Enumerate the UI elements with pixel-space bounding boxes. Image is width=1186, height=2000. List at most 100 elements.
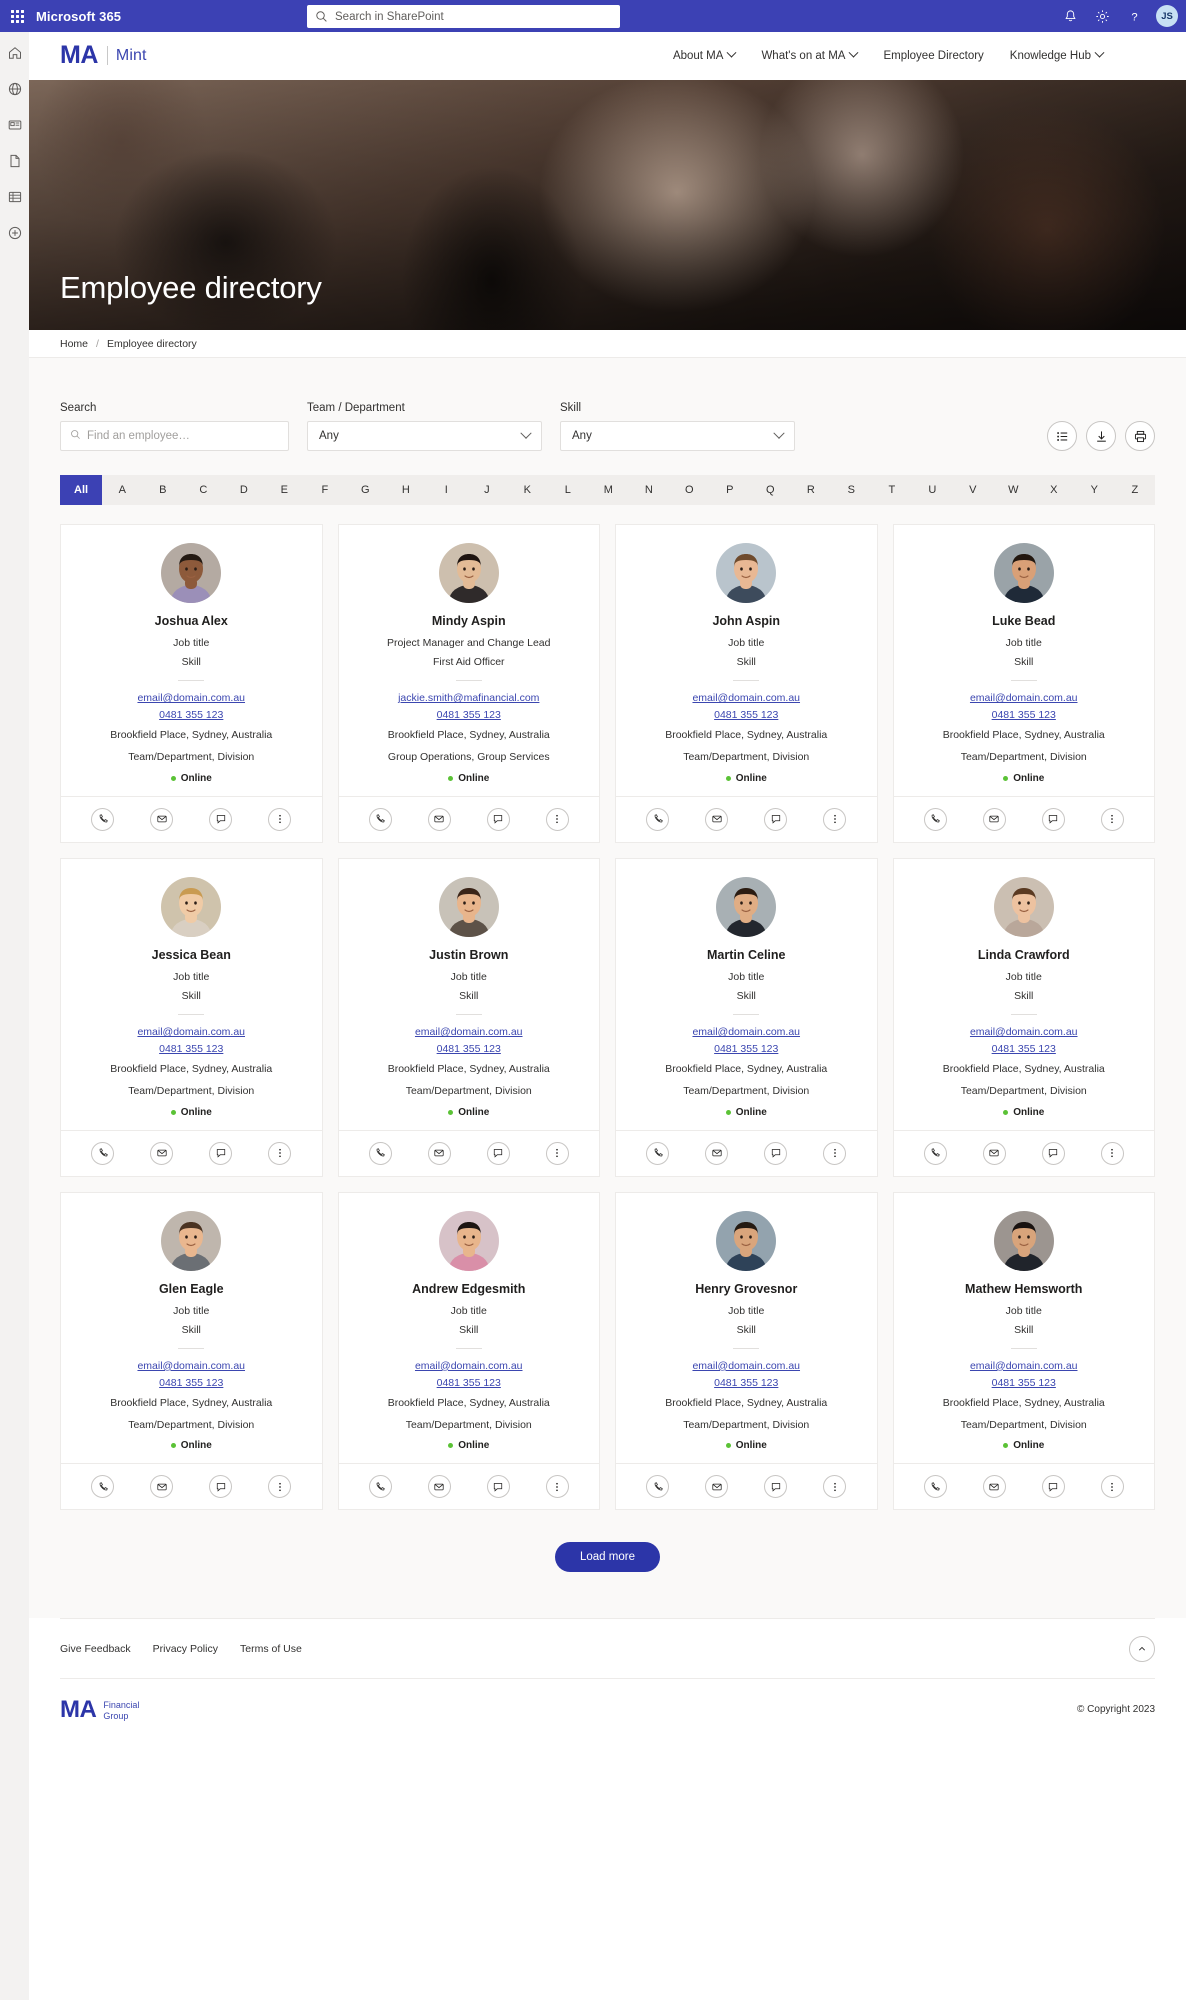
email-icon[interactable] xyxy=(982,1475,1006,1499)
alphabet-letter-b[interactable]: B xyxy=(143,475,184,505)
team-department-select[interactable]: Any xyxy=(307,421,542,451)
employee-email-link[interactable]: email@domain.com.au xyxy=(415,1360,523,1372)
employee-email-link[interactable]: email@domain.com.au xyxy=(692,1026,800,1038)
site-title[interactable]: Mint xyxy=(116,47,147,65)
alphabet-letter-l[interactable]: L xyxy=(548,475,589,505)
help-icon[interactable]: ? xyxy=(1120,2,1148,30)
print-icon[interactable] xyxy=(1125,421,1155,451)
employee-email-link[interactable]: email@domain.com.au xyxy=(137,1026,245,1038)
more-options-icon[interactable] xyxy=(823,807,847,831)
more-options-icon[interactable] xyxy=(268,807,292,831)
employee-phone-link[interactable]: 0481 355 123 xyxy=(714,709,778,721)
load-more-button[interactable]: Load more xyxy=(555,1542,660,1573)
email-icon[interactable] xyxy=(427,1475,451,1499)
employee-phone-link[interactable]: 0481 355 123 xyxy=(992,1043,1056,1055)
employee-phone-link[interactable]: 0481 355 123 xyxy=(714,1377,778,1389)
employee-email-link[interactable]: email@domain.com.au xyxy=(137,1360,245,1372)
employee-card[interactable]: Martin Celine Job title Skill email@domain.… xyxy=(615,857,878,1177)
employee-phone-link[interactable]: 0481 355 123 xyxy=(159,1377,223,1389)
email-icon[interactable] xyxy=(150,1475,174,1499)
alphabet-letter-a[interactable]: A xyxy=(102,475,143,505)
phone-icon[interactable] xyxy=(91,1475,115,1499)
employee-email-link[interactable]: email@domain.com.au xyxy=(970,1360,1078,1372)
alphabet-letter-c[interactable]: C xyxy=(183,475,224,505)
alphabet-letter-x[interactable]: X xyxy=(1034,475,1075,505)
phone-icon[interactable] xyxy=(646,807,670,831)
alphabet-letter-o[interactable]: O xyxy=(669,475,710,505)
alphabet-letter-z[interactable]: Z xyxy=(1115,475,1156,505)
phone-icon[interactable] xyxy=(646,1141,670,1165)
alphabet-letter-h[interactable]: H xyxy=(386,475,427,505)
employee-email-link[interactable]: email@domain.com.au xyxy=(970,1026,1078,1038)
alphabet-letter-m[interactable]: M xyxy=(588,475,629,505)
phone-icon[interactable] xyxy=(646,1475,670,1499)
chat-icon[interactable] xyxy=(1041,807,1065,831)
email-icon[interactable] xyxy=(705,1475,729,1499)
employee-card[interactable]: Andrew Edgesmith Job title Skill email@doma… xyxy=(337,1191,600,1511)
app-launcher-icon[interactable] xyxy=(0,9,34,23)
employee-phone-link[interactable]: 0481 355 123 xyxy=(437,1377,501,1389)
phone-icon[interactable] xyxy=(923,1141,947,1165)
employee-email-link[interactable]: email@domain.com.au xyxy=(137,692,245,704)
chat-icon[interactable] xyxy=(209,807,233,831)
chat-icon[interactable] xyxy=(1041,1141,1065,1165)
footer-link-give-feedback[interactable]: Give Feedback xyxy=(60,1643,131,1655)
email-icon[interactable] xyxy=(150,807,174,831)
home-icon[interactable] xyxy=(4,42,26,64)
news-icon[interactable] xyxy=(4,114,26,136)
settings-icon[interactable] xyxy=(1088,2,1116,30)
search-input[interactable]: Find an employee… xyxy=(60,421,289,451)
more-options-icon[interactable] xyxy=(823,1141,847,1165)
alphabet-letter-d[interactable]: D xyxy=(224,475,265,505)
more-options-icon[interactable] xyxy=(1100,1475,1124,1499)
phone-icon[interactable] xyxy=(91,1141,115,1165)
chat-icon[interactable] xyxy=(764,1475,788,1499)
more-options-icon[interactable] xyxy=(545,1141,569,1165)
chat-icon[interactable] xyxy=(486,1141,510,1165)
phone-icon[interactable] xyxy=(923,807,947,831)
employee-card[interactable]: Henry Grovesnor Job title Skill email@domai… xyxy=(615,1191,878,1511)
alphabet-letter-i[interactable]: I xyxy=(426,475,467,505)
chat-icon[interactable] xyxy=(209,1141,233,1165)
alphabet-letter-p[interactable]: P xyxy=(710,475,751,505)
email-icon[interactable] xyxy=(705,1141,729,1165)
document-icon[interactable] xyxy=(4,150,26,172)
footer-link-terms-of-use[interactable]: Terms of Use xyxy=(240,1643,302,1655)
more-options-icon[interactable] xyxy=(268,1475,292,1499)
footer-link-privacy-policy[interactable]: Privacy Policy xyxy=(153,1643,218,1655)
chat-icon[interactable] xyxy=(1041,1475,1065,1499)
alphabet-letter-j[interactable]: J xyxy=(467,475,508,505)
employee-phone-link[interactable]: 0481 355 123 xyxy=(437,1043,501,1055)
employee-email-link[interactable]: jackie.smith@mafinancial.com xyxy=(398,692,539,704)
suite-brand-label[interactable]: Microsoft 365 xyxy=(36,9,121,24)
employee-phone-link[interactable]: 0481 355 123 xyxy=(159,709,223,721)
employee-card[interactable]: John Aspin Job title Skill email@domain.com… xyxy=(615,524,878,843)
alphabet-letter-t[interactable]: T xyxy=(872,475,913,505)
footer-logo[interactable]: MA Financial Group xyxy=(60,1697,139,1723)
create-icon[interactable] xyxy=(4,222,26,244)
employee-email-link[interactable]: email@domain.com.au xyxy=(692,1360,800,1372)
alphabet-letter-f[interactable]: F xyxy=(305,475,346,505)
notifications-icon[interactable] xyxy=(1056,2,1084,30)
chat-icon[interactable] xyxy=(764,807,788,831)
employee-phone-link[interactable]: 0481 355 123 xyxy=(992,709,1056,721)
nav-item-knowledge-hub[interactable]: Knowledge Hub xyxy=(997,40,1116,72)
email-icon[interactable] xyxy=(427,807,451,831)
more-options-icon[interactable] xyxy=(268,1141,292,1165)
alphabet-all-button[interactable]: All xyxy=(60,475,103,505)
skill-select[interactable]: Any xyxy=(560,421,795,451)
employee-card[interactable]: Linda Crawford Job title Skill email@domain… xyxy=(892,857,1155,1177)
list-icon[interactable] xyxy=(4,186,26,208)
more-options-icon[interactable] xyxy=(823,1475,847,1499)
alphabet-letter-w[interactable]: W xyxy=(993,475,1034,505)
globe-icon[interactable] xyxy=(4,78,26,100)
employee-card[interactable]: Jessica Bean Job title Skill email@domain.c… xyxy=(60,857,323,1177)
alphabet-letter-q[interactable]: Q xyxy=(750,475,791,505)
alphabet-letter-y[interactable]: Y xyxy=(1074,475,1115,505)
employee-phone-link[interactable]: 0481 355 123 xyxy=(714,1043,778,1055)
alphabet-letter-r[interactable]: R xyxy=(791,475,832,505)
phone-icon[interactable] xyxy=(368,1475,392,1499)
employee-card[interactable]: Luke Bead Job title Skill email@domain.com.… xyxy=(892,524,1155,843)
employee-card[interactable]: Mindy Aspin Project Manager and Change Le… xyxy=(337,524,600,843)
employee-email-link[interactable]: email@domain.com.au xyxy=(970,692,1078,704)
